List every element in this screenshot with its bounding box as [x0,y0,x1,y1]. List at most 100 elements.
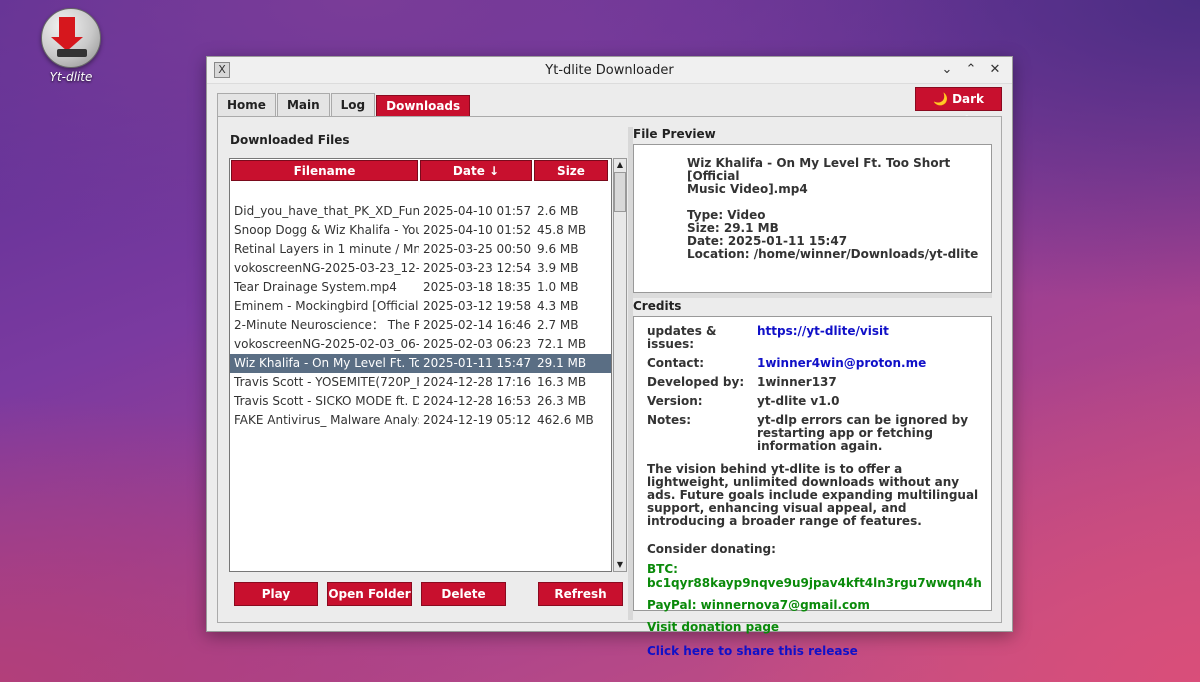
cell-date: 2025-01-11 15:47 [423,356,532,370]
play-button[interactable]: Play [234,582,318,606]
column-header-filename[interactable]: Filename [231,160,418,181]
contact-label: Contact: [647,356,705,370]
column-header-date[interactable]: Date ↓ [420,160,532,181]
table-row[interactable]: Did_you_have_that_PK_XD_Funny 2025-04-10 … [230,202,611,221]
table-row[interactable]: 2-Minute Neuroscience： The Retir 2025-02-… [230,316,611,335]
cell-date: 2024-12-19 05:12 [423,413,532,427]
window-title: Yt-dlite Downloader [545,62,674,78]
cell-date: 2025-04-10 01:57 [423,204,532,218]
tab-log[interactable]: Log [330,93,376,116]
cell-size: 45.8 MB [537,223,587,237]
cell-date: 2025-03-18 18:35 [423,280,532,294]
tab-main[interactable]: Main [276,93,330,116]
cell-size: 4.3 MB [537,299,579,313]
donation-page-link[interactable]: Visit donation page [647,620,979,634]
downloaded-files-title: Downloaded Files [230,133,350,147]
table-header: Filename Date ↓ Size [230,159,611,183]
scrollbar-thumb[interactable] [614,172,626,212]
donate-title: Consider donating: [647,542,776,556]
cell-size: 9.6 MB [537,242,579,256]
cell-filename: Retinal Layers in 1 minute / Mnemo [234,242,419,256]
cell-filename: Wiz Khalifa - On My Level Ft. Too Sh [234,356,419,370]
cell-size: 3.9 MB [537,261,579,275]
cell-size: 1.0 MB [537,280,579,294]
credits-contact-row: Contact: 1winner4win@proton.me [647,357,979,370]
table-row[interactable]: Eminem - Mockingbird [Official Musi 2025-… [230,297,611,316]
table-scrollbar[interactable]: ▲ ▼ [613,158,627,572]
preview-filename-line2: Music Video].mp4 [687,182,808,196]
credits-developer-row: Developed by: 1winner137 [647,376,979,389]
preview-location: Location: /home/winner/Downloads/yt-dlit… [687,247,979,261]
version-value: yt-dlite v1.0 [757,394,840,408]
cell-filename: Eminem - Mockingbird [Official Musi [234,299,419,313]
share-link[interactable]: Click here to share this release [647,644,979,658]
desktop-icon-yt-dlite[interactable]: Yt-dlite [38,8,104,84]
scroll-down-icon[interactable]: ▼ [614,559,626,571]
table-row[interactable]: vokoscreenNG-2025-02-03_06-02- 2025-02-03… [230,335,611,354]
title-bar[interactable]: X Yt-dlite Downloader ⌄ ⌃ ✕ [207,57,1012,84]
cell-date: 2025-04-10 01:52 [423,223,532,237]
table-row[interactable]: Snoop Dogg & Wiz Khalifa - Young, 2025-04… [230,221,611,240]
cell-date: 2025-02-14 16:46 [423,318,532,332]
maximize-icon[interactable]: ⌃ [962,61,980,79]
cell-size: 2.6 MB [537,204,579,218]
cell-size: 462.6 MB [537,413,594,427]
cell-date: 2025-03-23 12:54 [423,261,532,275]
column-header-size[interactable]: Size [534,160,608,181]
open-folder-button[interactable]: Open Folder [327,582,412,606]
horizontal-splitter[interactable] [633,293,992,298]
cell-size: 2.7 MB [537,318,579,332]
table-body: Did_you_have_that_PK_XD_Funny 2025-04-10 … [230,202,611,430]
credits-version-row: Version: yt-dlite v1.0 [647,395,979,408]
table-row[interactable]: vokoscreenNG-2025-03-23_12-52- 2025-03-23… [230,259,611,278]
app-icon: X [214,62,230,78]
vision-text: The vision behind yt-dlite is to offer a… [647,462,979,528]
cell-filename: Tear Drainage System.mp4 [234,280,397,294]
paypal-link[interactable]: PayPal: winnernova7@gmail.com [647,598,979,612]
credits-box: updates & issues: https://yt-dlite/visit… [633,316,992,658]
notes-value: yt-dlp errors can be ignored by restarti… [757,413,969,453]
cell-filename: Travis Scott - SICKO MODE ft. Drake [234,394,419,408]
tab-bar: Home Main Log Downloads [217,93,471,116]
app-window: X Yt-dlite Downloader ⌄ ⌃ ✕ Home Main Lo… [206,56,1013,658]
updates-link[interactable]: https://yt-dlite/visit [757,325,979,351]
table-row[interactable]: Travis Scott - YOSEMITE(720P_HD 2024-12-2… [230,373,611,392]
table-row[interactable]: Tear Drainage System.mp4 2025-03-18 18:35… [230,278,611,297]
table-row[interactable]: Travis Scott - SICKO MODE ft. Drake 2024-… [230,392,611,411]
file-preview-box: Wiz Khalifa - On My Level Ft. Too Short … [633,144,992,293]
tab-downloads[interactable]: Downloads [376,95,471,116]
credits-title: Credits [633,299,682,313]
refresh-button[interactable]: Refresh [538,582,623,606]
table-row[interactable]: FAKE Antivirus_ Malware Analysis ( 2024-1… [230,411,611,430]
table-row[interactable]: Retinal Layers in 1 minute / Mnemo 2025-0… [230,240,611,259]
cell-size: 16.3 MB [537,375,587,389]
cell-date: 2025-03-25 00:50 [423,242,532,256]
cell-filename: Did_you_have_that_PK_XD_Funny [234,204,419,218]
cell-filename: 2-Minute Neuroscience： The Retir [234,318,419,332]
developer-value: 1winner137 [757,375,837,389]
scroll-up-icon[interactable]: ▲ [614,159,626,171]
cell-date: 2025-02-03 06:23 [423,337,532,351]
cell-date: 2024-12-28 16:53 [423,394,532,408]
downloads-panel: Downloaded Files Filename Date ↓ Size Di… [217,116,1002,658]
tab-home[interactable]: Home [217,93,276,116]
close-icon[interactable]: ✕ [986,61,1004,79]
delete-button[interactable]: Delete [421,582,506,606]
btc-address[interactable]: BTC: bc1qyr88kayp9nqve9u9jpav4kft4ln3rgu… [647,562,982,590]
download-icon [41,8,101,68]
cell-filename: vokoscreenNG-2025-03-23_12-52- [234,261,419,275]
table-row-selected[interactable]: Wiz Khalifa - On My Level Ft. Too Sh 2025… [230,354,611,373]
updates-label: updates & issues: [647,324,717,351]
cell-filename: Snoop Dogg & Wiz Khalifa - Young, [234,223,419,237]
contact-email-link[interactable]: 1winner4win@proton.me [757,357,979,370]
cell-filename: FAKE Antivirus_ Malware Analysis ( [234,413,419,427]
cell-date: 2024-12-28 17:16 [423,375,532,389]
minimize-icon[interactable]: ⌄ [938,61,956,79]
dark-mode-button[interactable]: 🌙 Dark Mode [915,87,1002,128]
cell-size: 72.1 MB [537,337,587,351]
developed-label: Developed by: [647,375,745,389]
file-preview-title: File Preview [633,127,716,141]
cell-size: 26.3 MB [537,394,587,408]
cell-size: 29.1 MB [537,356,587,370]
cell-filename: Travis Scott - YOSEMITE(720P_HD [234,375,419,389]
